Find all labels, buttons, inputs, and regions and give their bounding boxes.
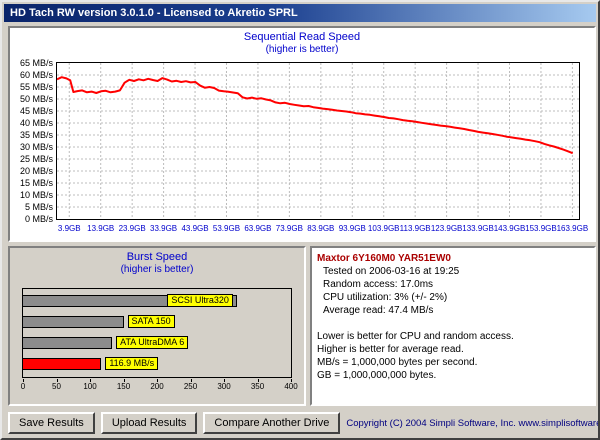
burst-bar	[23, 316, 124, 328]
footer-bar: Save Results Upload Results Compare Anot…	[8, 410, 596, 436]
app-window: HD Tach RW version 3.0.1.0 - Licensed to…	[0, 0, 600, 440]
compare-another-drive-button[interactable]: Compare Another Drive	[203, 412, 340, 434]
x-axis-tick-label: 50	[42, 382, 72, 391]
info-detail-line: Average read: 47.4 MB/s	[317, 304, 589, 317]
y-axis-tick-label: 20 MB/s	[12, 166, 53, 176]
x-axis-tick-label: 200	[142, 382, 172, 391]
burst-bar-label: SCSI Ultra320	[167, 294, 233, 307]
x-axis-tick-label: 163.9GB	[550, 224, 594, 233]
upload-results-button[interactable]: Upload Results	[101, 412, 198, 434]
info-note-line: GB = 1,000,000,000 bytes.	[317, 369, 589, 382]
y-axis-tick-label: 15 MB/s	[12, 178, 53, 188]
x-axis-tick-label: 400	[276, 382, 306, 391]
burst-bar-label: 116.9 MB/s	[105, 357, 158, 370]
sequential-read-line-chart	[57, 63, 579, 219]
drive-info-panel: Maxtor 6Y160M0 YAR51EW0 Tested on 2006-0…	[310, 246, 596, 406]
info-detail-line: CPU utilization: 3% (+/- 2%)	[317, 291, 589, 304]
y-axis-tick-label: 55 MB/s	[12, 82, 53, 92]
drive-model: Maxtor 6Y160M0 YAR51EW0	[317, 252, 589, 265]
burst-bar-chart: SCSI Ultra320 SATA 150 ATA UltraDMA 6 116.9…	[22, 288, 292, 378]
info-note-line: Higher is better for average read.	[317, 343, 589, 356]
window-title: HD Tach RW version 3.0.1.0 - Licensed to…	[10, 7, 298, 19]
copyright-text: Copyright (C) 2004 Simpli Software, Inc.…	[346, 418, 600, 429]
y-axis-tick-label: 0 MB/s	[12, 214, 53, 224]
sequential-chart-subtitle: (higher is better)	[10, 44, 594, 55]
burst-chart-title: Burst Speed	[10, 251, 304, 263]
sequential-read-plot	[56, 62, 580, 220]
y-axis-tick-label: 5 MB/s	[12, 202, 53, 212]
burst-bar-label: ATA UltraDMA 6	[116, 336, 188, 349]
burst-bar	[23, 358, 101, 370]
x-axis-tick-label: 300	[209, 382, 239, 391]
x-axis-tick-label: 350	[243, 382, 273, 391]
info-detail-line: Random access: 17.0ms	[317, 278, 589, 291]
info-note-line: MB/s = 1,000,000 bytes per second.	[317, 356, 589, 369]
y-axis-tick-label: 65 MB/s	[12, 58, 53, 68]
info-notes: Lower is better for CPU and random acces…	[317, 330, 589, 382]
x-axis-tick-label: 0	[8, 382, 38, 391]
y-axis-tick-label: 45 MB/s	[12, 106, 53, 116]
title-bar[interactable]: HD Tach RW version 3.0.1.0 - Licensed to…	[4, 4, 596, 22]
x-axis-tick-label: 250	[176, 382, 206, 391]
burst-chart-subtitle: (higher is better)	[10, 264, 304, 275]
sequential-read-panel: Sequential Read Speed (higher is better)…	[8, 26, 596, 242]
test-results: Tested on 2006-03-16 at 19:25Random acce…	[317, 265, 589, 317]
y-axis-tick-label: 35 MB/s	[12, 130, 53, 140]
y-axis-tick-label: 25 MB/s	[12, 154, 53, 164]
info-spacer	[317, 317, 589, 330]
x-axis-tick-label: 100	[75, 382, 105, 391]
burst-bar	[23, 337, 112, 349]
x-axis-tick-label: 150	[109, 382, 139, 391]
y-axis-tick-label: 30 MB/s	[12, 142, 53, 152]
save-results-button[interactable]: Save Results	[8, 412, 95, 434]
sequential-chart-title: Sequential Read Speed	[10, 31, 594, 43]
y-axis-tick-label: 10 MB/s	[12, 190, 53, 200]
y-axis-tick-label: 60 MB/s	[12, 70, 53, 80]
y-axis-tick-label: 40 MB/s	[12, 118, 53, 128]
burst-speed-panel: Burst Speed (higher is better) SCSI Ultr…	[8, 246, 306, 406]
burst-bar-label: SATA 150	[128, 315, 175, 328]
info-note-line: Lower is better for CPU and random acces…	[317, 330, 589, 343]
y-axis-tick-label: 50 MB/s	[12, 94, 53, 104]
info-detail-line: Tested on 2006-03-16 at 19:25	[317, 265, 589, 278]
